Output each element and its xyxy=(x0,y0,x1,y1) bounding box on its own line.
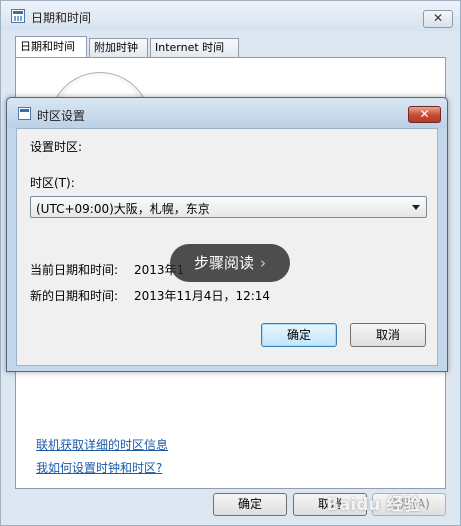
dialog-cancel-button[interactable]: 取消 xyxy=(350,323,426,347)
timezone-selected-value: (UTC+09:00)大阪，札幌，东京 xyxy=(36,202,210,216)
calendar-icon xyxy=(11,9,25,23)
new-datetime-label: 新的日期和时间: xyxy=(30,289,119,303)
tab-internet-time[interactable]: Internet 时间 xyxy=(150,38,239,57)
help-links: 联机获取详细的时区信息 我如何设置时钟和时区? xyxy=(36,436,168,482)
timezone-info-link[interactable]: 联机获取详细的时区信息 xyxy=(36,436,168,453)
window-titlebar[interactable]: 日期和时间 ✕ xyxy=(1,1,460,31)
dialog-ok-button[interactable]: 确定 xyxy=(261,323,337,347)
chevron-right-icon: › xyxy=(260,254,266,272)
dialog-title: 时区设置 xyxy=(37,109,86,123)
timezone-label: 时区(T): xyxy=(30,176,75,190)
tab-date-time[interactable]: 日期和时间 xyxy=(15,36,87,58)
dialog-close-button[interactable]: ✕ xyxy=(408,106,441,123)
step-reading-badge[interactable]: 步骤阅读 › xyxy=(170,244,290,282)
set-timezone-label: 设置时区: xyxy=(30,140,83,154)
window-title: 日期和时间 xyxy=(31,11,92,25)
current-datetime-label: 当前日期和时间: xyxy=(30,263,119,277)
tab-additional-clocks[interactable]: 附加时钟 xyxy=(89,38,148,57)
baidu-watermark: Baidu 经验 xyxy=(326,495,421,515)
timezone-dialog: 时区设置 ✕ 设置时区: 时区(T): (UTC+09:00)大阪，札幌，东京 … xyxy=(6,97,448,372)
clock-help-link[interactable]: 我如何设置时钟和时区? xyxy=(36,459,168,476)
dialog-titlebar[interactable]: 时区设置 ✕ xyxy=(7,98,447,128)
timezone-select[interactable]: (UTC+09:00)大阪，札幌，东京 xyxy=(30,196,427,218)
window-ok-button[interactable]: 确定 xyxy=(213,493,287,516)
calendar-icon xyxy=(18,107,31,120)
step-reading-label: 步骤阅读 xyxy=(193,254,254,272)
window-close-button[interactable]: ✕ xyxy=(423,10,453,28)
chevron-down-icon xyxy=(412,205,420,210)
new-datetime-value: 2013年11月4日，12:14 xyxy=(134,289,271,303)
